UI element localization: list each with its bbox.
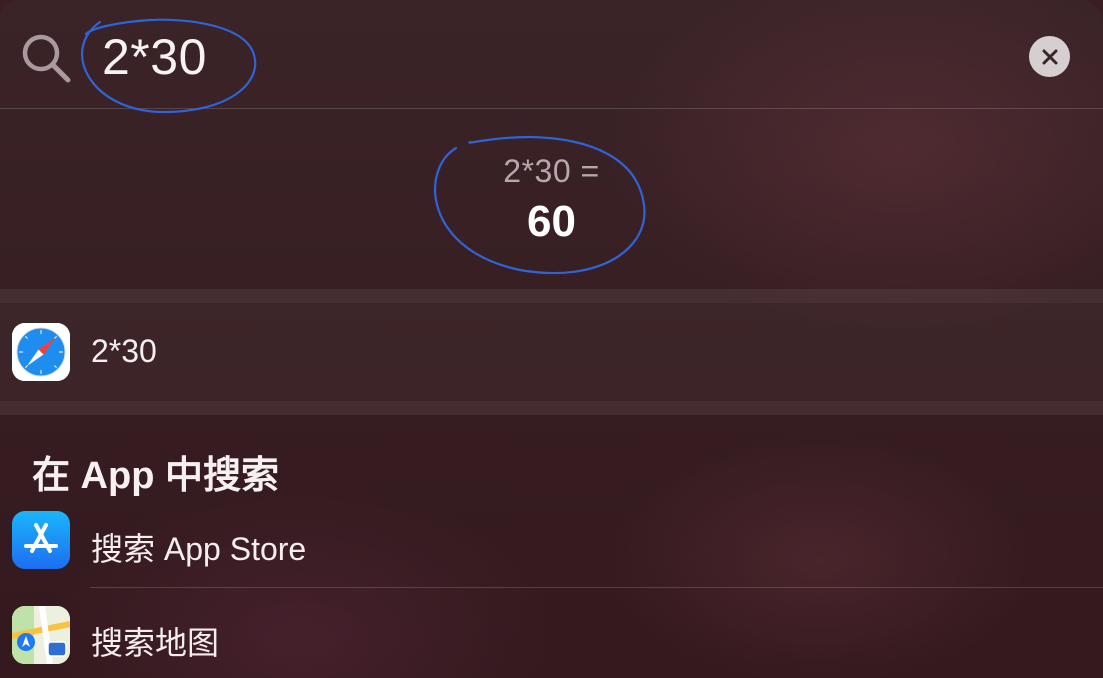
close-icon — [1042, 49, 1057, 64]
spotlight-panel: 2*30 = 60 2*30 在 App 中搜索 — [0, 0, 1103, 678]
app-store-search-label: 搜索 App Store — [91, 531, 307, 567]
calc-result-value: 60 — [527, 197, 576, 246]
maps-search-label: 搜索地图 — [91, 625, 220, 661]
maps-icon — [12, 606, 70, 664]
web-result-label: 2*30 — [91, 333, 157, 369]
web-search-result[interactable]: 2*30 — [0, 303, 1103, 401]
search-icon — [20, 32, 72, 84]
search-input[interactable] — [102, 24, 982, 90]
safari-icon — [12, 323, 70, 381]
section-separator — [0, 289, 1103, 303]
app-store-icon — [12, 511, 70, 569]
row-divider — [90, 587, 1103, 588]
search-bar — [0, 0, 1103, 109]
section-separator — [0, 401, 1103, 415]
app-search-item-app-store[interactable]: 搜索 App Store — [0, 500, 1103, 586]
calc-expression: 2*30 = — [503, 153, 600, 189]
section-title-search-in-app: 在 App 中搜索 — [32, 455, 279, 497]
app-search-item-maps[interactable]: 搜索地图 — [0, 592, 1103, 678]
calculator-result[interactable]: 2*30 = 60 — [0, 109, 1103, 289]
clear-search-button[interactable] — [1029, 36, 1070, 77]
